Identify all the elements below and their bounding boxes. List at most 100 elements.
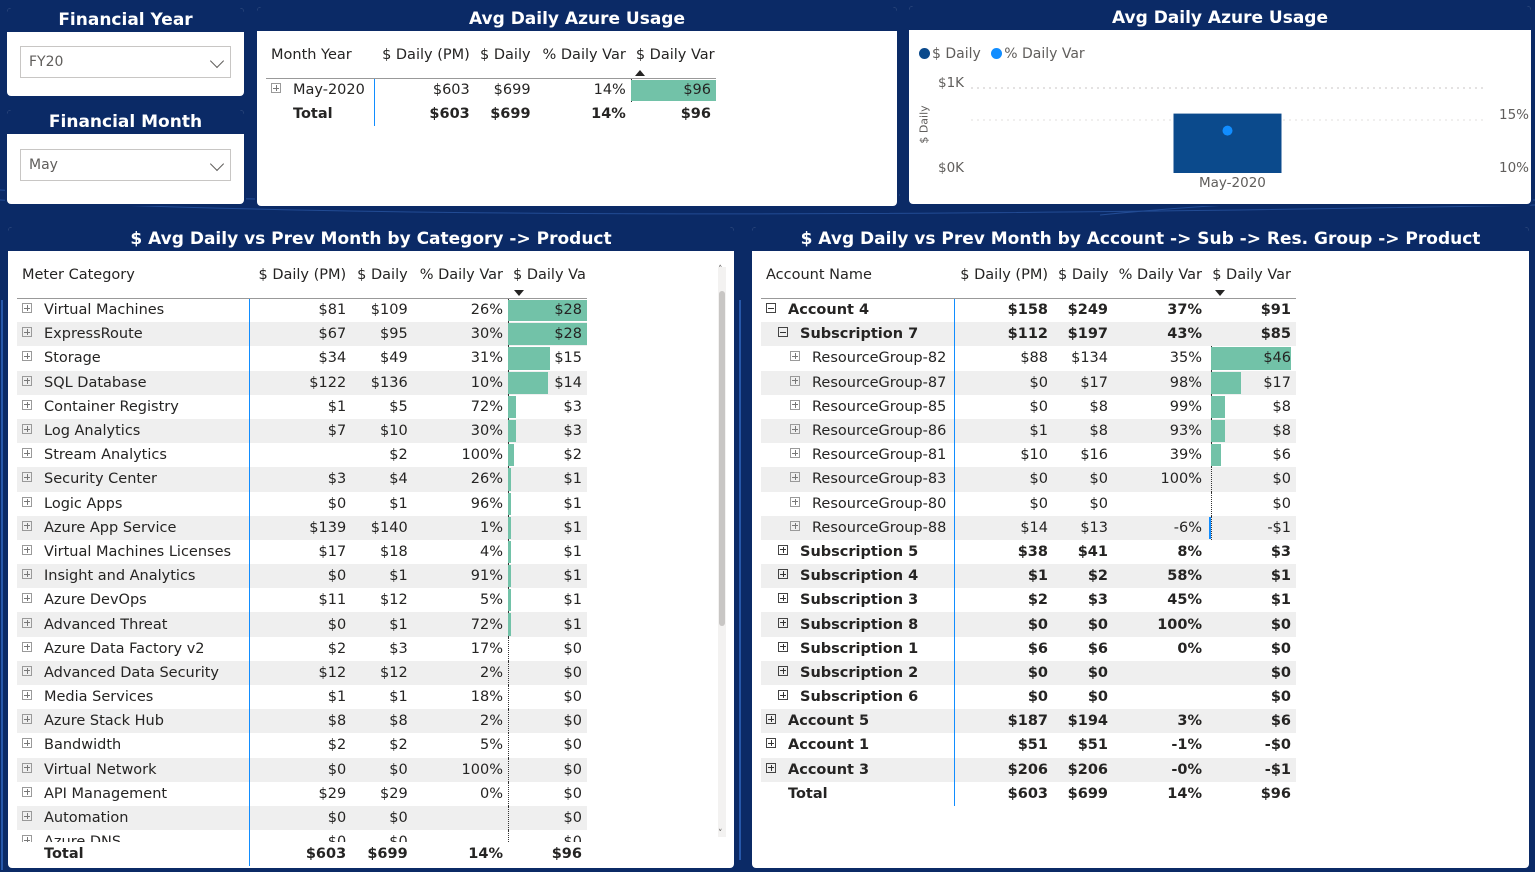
expand-icon[interactable] (766, 714, 776, 725)
expand-icon[interactable] (766, 738, 776, 749)
category-table-viewport[interactable]: Meter Category $ Daily (PM) $ Daily % Da… (17, 252, 587, 842)
table-row[interactable]: ResourceGroup-81 $10 $16 39% $6 (761, 443, 1296, 468)
table-row[interactable]: Account 5 $187 $194 3% $6 (761, 709, 1296, 734)
marker-pct-var[interactable] (1222, 125, 1233, 136)
expand-icon[interactable] (22, 641, 32, 652)
col-header-daily[interactable]: $ Daily (474, 32, 536, 79)
expand-icon[interactable] (778, 569, 788, 580)
col-header-month-year[interactable]: Month Year (266, 32, 375, 79)
table-row[interactable]: ResourceGroup-83 $0 $0 100% $0 (761, 467, 1296, 492)
table-row[interactable]: Account 4 $158 $249 37% $91 (761, 298, 1296, 323)
expand-icon[interactable] (22, 496, 32, 507)
expand-icon[interactable] (22, 569, 32, 580)
table-row[interactable]: ExpressRoute $67 $95 30% $28 (17, 322, 587, 347)
expand-icon[interactable] (790, 351, 800, 362)
table-row[interactable]: Azure Data Factory v2 $2 $3 17% $0 (17, 636, 587, 661)
table-row[interactable]: Advanced Data Security $12 $12 2% $0 (17, 660, 587, 685)
collapse-icon[interactable] (766, 303, 776, 314)
col-header-daily[interactable]: $ Daily (351, 252, 413, 299)
col-header-daily-var[interactable]: $ Daily Var (1207, 252, 1296, 299)
table-row[interactable]: Bandwidth $2 $2 5% $0 (17, 733, 587, 758)
table-row[interactable]: Virtual Machines Licenses $17 $18 4% $1 (17, 539, 587, 565)
expand-icon[interactable] (22, 424, 32, 435)
expand-icon[interactable] (790, 399, 800, 410)
scroll-up-icon[interactable]: ˄ (718, 265, 723, 275)
expand-icon[interactable] (790, 520, 800, 531)
table-row[interactable]: ResourceGroup-85 $0 $8 99% $8 (761, 394, 1296, 419)
table-row[interactable]: Azure DevOps $11 $12 5% $1 (17, 588, 587, 613)
expand-icon[interactable] (766, 762, 776, 773)
table-row[interactable]: ResourceGroup-86 $1 $8 93% $8 (761, 418, 1296, 444)
expand-icon[interactable] (790, 375, 800, 386)
table-row[interactable]: Subscription 5 $38 $41 8% $3 (761, 539, 1296, 565)
table-row[interactable]: Subscription 8 $0 $0 100% $0 (761, 612, 1296, 637)
col-header-pct-var[interactable]: % Daily Var (412, 252, 509, 299)
table-row[interactable]: May-2020 $603 $699 14% $96 (266, 78, 716, 103)
table-row[interactable]: Automation $0 $0 $0 (17, 805, 587, 831)
table-row[interactable]: Subscription 6 $0 $0 $0 (761, 685, 1296, 710)
table-row[interactable]: Stream Analytics $2 100% $2 (17, 443, 587, 468)
expand-icon[interactable] (22, 811, 32, 822)
col-header-pct-var[interactable]: % Daily Var (535, 32, 631, 79)
expand-icon[interactable] (22, 617, 32, 628)
table-row[interactable]: ResourceGroup-88 $14 $13 -6% -$1 (761, 515, 1296, 540)
table-row[interactable]: Azure App Service $139 $140 1% $1 (17, 515, 587, 540)
expand-icon[interactable] (22, 448, 32, 459)
expand-icon[interactable] (790, 424, 800, 435)
table-row[interactable]: ResourceGroup-82 $88 $134 35% $46 (761, 346, 1296, 371)
expand-icon[interactable] (778, 665, 788, 676)
col-header-meter-category[interactable]: Meter Category (17, 252, 250, 299)
expand-icon[interactable] (22, 351, 32, 362)
expand-icon[interactable] (22, 375, 32, 386)
table-row[interactable]: Container Registry $1 $5 72% $3 (17, 394, 587, 419)
table-row[interactable]: Account 3 $206 $206 -0% -$1 (761, 757, 1296, 782)
col-header-account-name[interactable]: Account Name (761, 252, 954, 299)
table-row[interactable]: Security Center $3 $4 26% $1 (17, 467, 587, 492)
table-row[interactable]: Azure DNS$0$0$0 (17, 830, 587, 842)
expand-icon[interactable] (778, 641, 788, 652)
expand-icon[interactable] (22, 665, 32, 676)
table-row[interactable]: Log Analytics $7 $10 30% $3 (17, 418, 587, 444)
table-row[interactable]: Logic Apps $0 $1 96% $1 (17, 491, 587, 516)
legend-label-daily[interactable]: $ Daily (932, 46, 981, 62)
table-row[interactable]: Subscription 4 $1 $2 58% $1 (761, 564, 1296, 589)
expand-icon[interactable] (22, 738, 32, 749)
bar-daily[interactable] (1173, 113, 1282, 173)
expand-icon[interactable] (22, 835, 32, 842)
table-row[interactable]: Azure Stack Hub $8 $8 2% $0 (17, 709, 587, 734)
expand-icon[interactable] (778, 617, 788, 628)
expand-icon[interactable] (22, 399, 32, 410)
col-header-daily[interactable]: $ Daily (1053, 252, 1113, 299)
expand-icon[interactable] (778, 593, 788, 604)
table-row[interactable]: Virtual Machines $81 $109 26% $28 (17, 298, 587, 323)
expand-icon[interactable] (778, 690, 788, 701)
expand-icon[interactable] (790, 496, 800, 507)
col-header-daily-var[interactable]: $ Daily Var (630, 32, 716, 79)
financial-year-dropdown[interactable]: FY20 (20, 46, 231, 78)
vertical-scrollbar[interactable]: ˄ ˅ (718, 265, 726, 839)
table-row[interactable]: Account 1 $51 $51 -1% -$0 (761, 733, 1296, 758)
expand-icon[interactable] (22, 714, 32, 725)
expand-icon[interactable] (271, 83, 281, 94)
col-header-daily-pm[interactable]: $ Daily (PM) (374, 32, 475, 79)
table-row[interactable]: Media Services $1 $1 18% $0 (17, 685, 587, 710)
expand-icon[interactable] (790, 448, 800, 459)
table-row[interactable]: Advanced Threat $0 $1 72% $1 (17, 612, 587, 637)
table-row[interactable]: Insight and Analytics $0 $1 91% $1 (17, 564, 587, 589)
table-row[interactable]: Storage $34 $49 31% $15 (17, 346, 587, 371)
expand-icon[interactable] (22, 472, 32, 483)
col-header-pct-var[interactable]: % Daily Var (1113, 252, 1207, 299)
table-row[interactable]: API Management $29 $29 0% $0 (17, 781, 587, 806)
collapse-icon[interactable] (778, 327, 788, 338)
col-header-daily-pm[interactable]: $ Daily (PM) (249, 252, 352, 299)
table-row[interactable]: ResourceGroup-87 $0 $17 98% $17 (761, 370, 1296, 395)
expand-icon[interactable] (22, 544, 32, 555)
table-row[interactable]: Virtual Network $0 $0 100% $0 (17, 757, 587, 782)
expand-icon[interactable] (22, 327, 32, 338)
expand-icon[interactable] (790, 472, 800, 483)
expand-icon[interactable] (22, 690, 32, 701)
expand-icon[interactable] (22, 762, 32, 773)
expand-icon[interactable] (22, 593, 32, 604)
table-row[interactable]: SQL Database $122 $136 10% $14 (17, 370, 587, 395)
table-row[interactable]: ResourceGroup-80 $0 $0 $0 (761, 491, 1296, 516)
